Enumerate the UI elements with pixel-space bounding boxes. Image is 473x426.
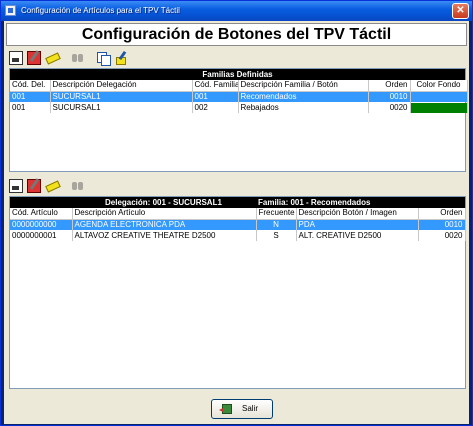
erase-icon[interactable] (45, 51, 59, 65)
cell-descripcion-articulo: AGENDA ELECTRONICA PDA (72, 219, 257, 230)
cell-cod-familia: 002 (192, 102, 239, 113)
families-header-row: Cód. Del. Descripción Delegación Cód. Fa… (10, 80, 468, 92)
erase-icon[interactable] (45, 179, 59, 193)
cell-orden: 0010 (418, 219, 466, 230)
table-row[interactable]: 001 SUCURSAL1 001 Recomendados 0010 (10, 91, 468, 102)
articles-caption: Delegación: 001 - SUCURSAL1 Familia: 001… (10, 197, 465, 208)
cell-descripcion-articulo: ALTAVOZ CREATIVE THEATRE D2500 (72, 230, 257, 241)
col-cod-articulo[interactable]: Cód. Artículo (10, 208, 73, 220)
cell-frecuente: N (256, 219, 297, 230)
cell-descripcion: Recomendados (238, 91, 369, 102)
table-row[interactable]: 0000000000 AGENDA ELECTRONICA PDA N PDA … (10, 219, 466, 230)
copy-icon[interactable] (96, 51, 112, 66)
cell-color (410, 91, 468, 102)
new-icon[interactable] (9, 179, 23, 193)
edit-icon[interactable] (27, 179, 42, 193)
cell-cod-familia: 001 (192, 91, 239, 102)
cell-cod-articulo: 0000000000 (10, 219, 73, 230)
cell-delegacion: SUCURSAL1 (50, 91, 193, 102)
cell-orden: 0020 (418, 230, 466, 241)
cell-boton: ALT. CREATIVE D2500 (296, 230, 419, 241)
col-descripcion-delegacion[interactable]: Descripción Delegación (50, 80, 193, 92)
app-icon (5, 5, 16, 16)
title-bar[interactable]: Configuración de Artículos para el TPV T… (1, 1, 472, 21)
cell-frecuente: S (256, 230, 297, 241)
paint-icon[interactable] (115, 51, 129, 65)
col-cod-del[interactable]: Cód. Del. (10, 80, 51, 92)
cell-cod-del: 001 (10, 102, 51, 113)
table-row[interactable]: 001 SUCURSAL1 002 Rebajados 0020 (10, 102, 468, 113)
col-descripcion-familia[interactable]: Descripción Familia / Botón (238, 80, 369, 92)
delegation-caption: Delegación: 001 - SUCURSAL1 (105, 198, 222, 207)
find-icon[interactable] (71, 51, 85, 65)
cell-color (410, 102, 468, 113)
window-title: Configuración de Artículos para el TPV T… (21, 6, 180, 15)
cell-cod-del: 001 (10, 91, 51, 102)
col-descripcion-boton[interactable]: Descripción Botón / Imagen (296, 208, 419, 220)
cell-cod-articulo: 0000000001 (10, 230, 73, 241)
col-orden[interactable]: Orden (418, 208, 466, 220)
edit-icon[interactable] (27, 51, 42, 65)
cell-delegacion: SUCURSAL1 (50, 102, 193, 113)
col-orden[interactable]: Orden (368, 80, 411, 92)
close-button[interactable]: ✕ (452, 3, 469, 19)
articles-toolbar (9, 179, 87, 195)
articles-table: Cód. Artículo Descripción Artículo Frecu… (10, 208, 466, 241)
cell-orden: 0020 (368, 102, 411, 113)
articles-header-row: Cód. Artículo Descripción Artículo Frecu… (10, 208, 466, 220)
families-grid[interactable]: Familias Definidas Cód. Del. Descripción… (9, 68, 468, 172)
families-toolbar (9, 51, 131, 67)
col-color-fondo[interactable]: Color Fondo (410, 80, 468, 92)
col-frecuente[interactable]: Frecuente (256, 208, 297, 220)
table-row[interactable]: 0000000001 ALTAVOZ CREATIVE THEATRE D250… (10, 230, 466, 241)
cell-boton: PDA (296, 219, 419, 230)
new-icon[interactable] (9, 51, 23, 65)
col-cod-familia[interactable]: Cód. Familia (192, 80, 239, 92)
find-icon[interactable] (71, 179, 85, 193)
articles-grid[interactable]: Delegación: 001 - SUCURSAL1 Familia: 001… (9, 196, 466, 389)
app-window: Configuración de Artículos para el TPV T… (0, 0, 473, 426)
page-title: Configuración de Botones del TPV Táctil (6, 23, 467, 46)
family-caption: Familia: 001 - Recomendados (258, 198, 371, 207)
color-swatch (411, 92, 467, 102)
families-caption: Familias Definidas (10, 69, 465, 80)
col-descripcion-articulo[interactable]: Descripción Artículo (72, 208, 257, 220)
color-swatch (410, 102, 466, 113)
exit-label: Salir (242, 404, 259, 413)
client-area: Configuración de Botones del TPV Táctil … (4, 21, 469, 424)
exit-door-icon (219, 404, 232, 414)
cell-descripcion: Rebajados (238, 102, 369, 113)
exit-button[interactable]: Salir (211, 399, 273, 419)
cell-orden: 0010 (368, 91, 411, 102)
families-table: Cód. Del. Descripción Delegación Cód. Fa… (10, 80, 468, 113)
